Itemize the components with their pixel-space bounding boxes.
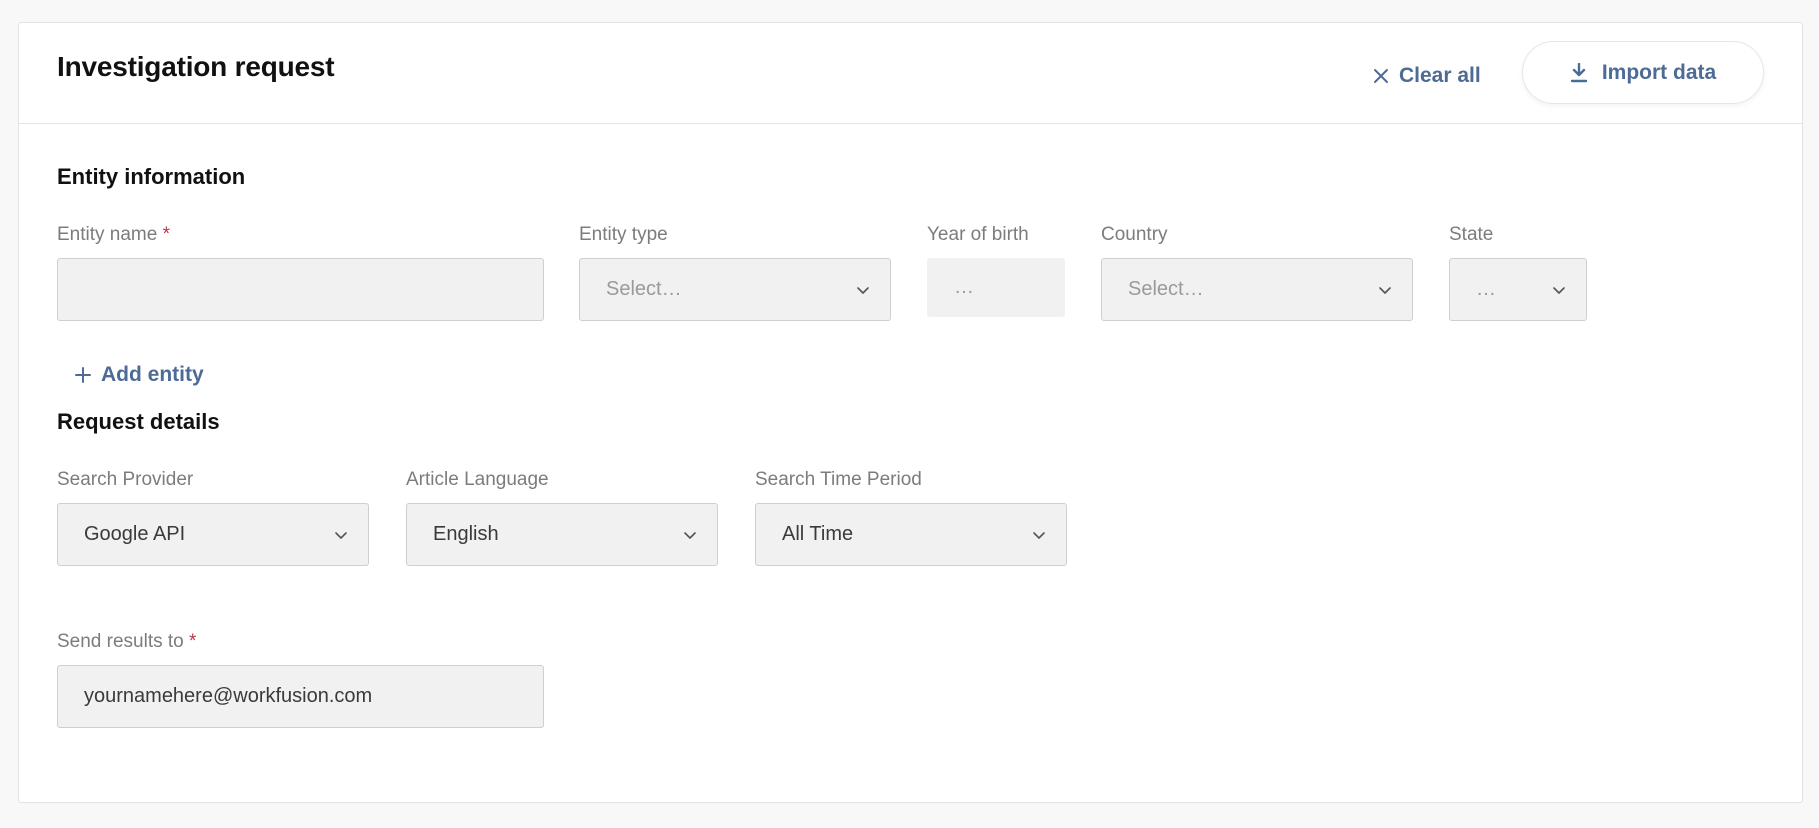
send-results-label: Send results to * xyxy=(57,631,197,652)
search-provider-select[interactable]: Google API xyxy=(57,503,369,566)
search-provider-label: Search Provider xyxy=(57,469,194,490)
entity-type-placeholder: Select… xyxy=(606,278,682,300)
state-label: State xyxy=(1449,224,1494,245)
import-data-button[interactable]: Import data xyxy=(1522,41,1764,104)
download-icon xyxy=(1570,62,1588,82)
investigation-request-card: Investigation request Clear all Import d… xyxy=(18,22,1803,803)
search-provider-value: Google API xyxy=(84,523,186,545)
chevron-down-icon xyxy=(684,531,696,539)
required-mark: * xyxy=(189,631,197,652)
clear-all-label: Clear all xyxy=(1399,64,1481,87)
entity-type-label: Entity type xyxy=(579,224,668,245)
search-time-period-select[interactable]: All Time xyxy=(755,503,1067,566)
plus-icon xyxy=(75,367,91,383)
add-entity-label: Add entity xyxy=(101,363,204,386)
article-language-label: Article Language xyxy=(406,469,549,490)
required-mark: * xyxy=(162,224,171,245)
state-select[interactable]: … xyxy=(1449,258,1587,321)
search-time-period-value: All Time xyxy=(782,523,854,545)
import-data-label: Import data xyxy=(1601,60,1717,84)
send-results-email-input[interactable]: yournamehere@workfusion.com xyxy=(57,665,544,728)
country-select[interactable]: Select… xyxy=(1101,258,1413,321)
entity-name-label: Entity name * xyxy=(57,224,171,245)
entity-type-select[interactable]: Select… xyxy=(579,258,891,321)
entity-name-input[interactable] xyxy=(57,258,544,321)
entity-information-title: Entity information xyxy=(57,164,246,189)
state-placeholder: … xyxy=(1476,278,1496,300)
article-language-value: English xyxy=(433,523,499,545)
send-results-value: yournamehere@workfusion.com xyxy=(84,685,373,707)
country-placeholder: Select… xyxy=(1128,278,1204,300)
card-header: Investigation request Clear all Import d… xyxy=(19,23,1802,124)
chevron-down-icon xyxy=(335,531,347,539)
year-of-birth-input[interactable]: … xyxy=(927,258,1065,317)
article-language-select[interactable]: English xyxy=(406,503,718,566)
chevron-down-icon xyxy=(1379,286,1391,294)
country-label: Country xyxy=(1101,224,1168,245)
year-of-birth-placeholder: … xyxy=(954,276,974,298)
request-details-title: Request details xyxy=(57,409,220,434)
chevron-down-icon xyxy=(857,286,869,294)
add-entity-button[interactable]: Add entity xyxy=(75,363,204,387)
chevron-down-icon xyxy=(1553,286,1565,294)
search-time-period-label: Search Time Period xyxy=(755,469,922,490)
year-of-birth-label: Year of birth xyxy=(927,224,1029,245)
clear-all-button[interactable]: Clear all xyxy=(1373,58,1481,94)
close-icon xyxy=(1374,69,1388,83)
page-title: Investigation request xyxy=(57,51,335,82)
chevron-down-icon xyxy=(1033,531,1045,539)
